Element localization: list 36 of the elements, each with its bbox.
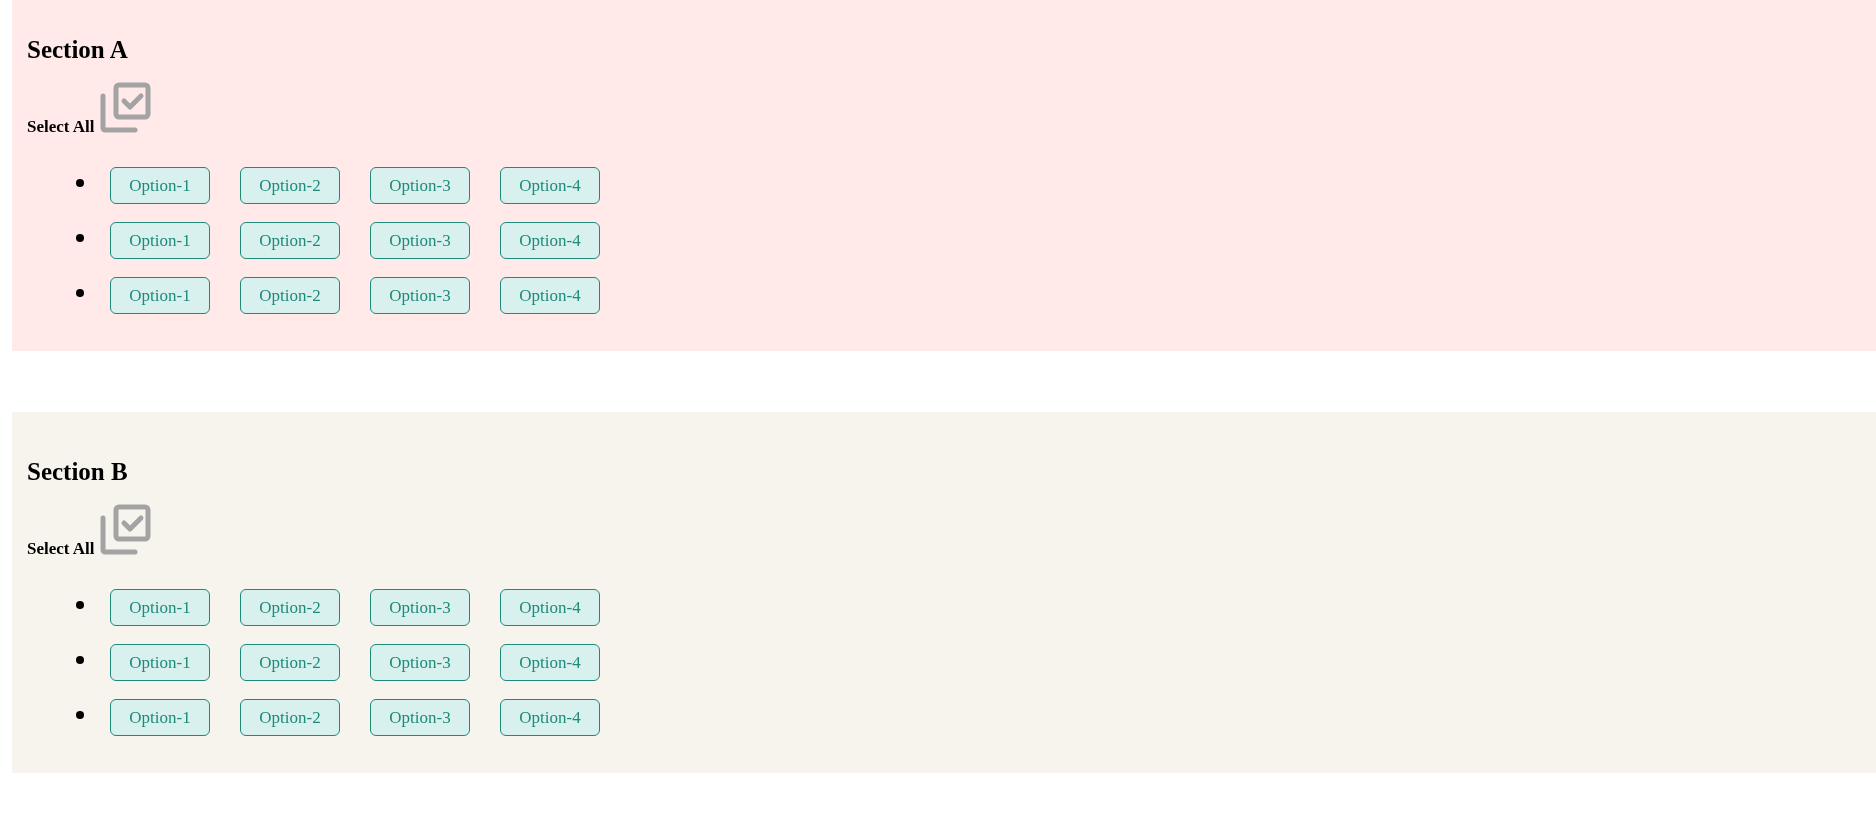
option-button[interactable]: Option-4 — [500, 699, 600, 736]
select-all-label: Select All — [27, 540, 95, 557]
option-button[interactable]: Option-1 — [110, 222, 210, 259]
option-button[interactable]: Option-2 — [240, 589, 340, 626]
bullet-icon — [76, 288, 84, 297]
option-button[interactable]: Option-2 — [240, 167, 340, 204]
option-button[interactable]: Option-4 — [500, 167, 600, 204]
bullet-icon — [76, 178, 84, 187]
select-all-icon[interactable] — [98, 82, 151, 134]
option-button[interactable]: Option-2 — [240, 644, 340, 681]
option-button[interactable]: Option-3 — [370, 699, 470, 736]
select-all-icon[interactable] — [98, 504, 151, 556]
option-button[interactable]: Option-4 — [500, 222, 600, 259]
option-button[interactable]: Option-1 — [110, 644, 210, 681]
option-button[interactable]: Option-3 — [370, 222, 470, 259]
option-button[interactable]: Option-2 — [240, 222, 340, 259]
option-button[interactable]: Option-2 — [240, 699, 340, 736]
option-button[interactable]: Option-1 — [110, 699, 210, 736]
option-button[interactable]: Option-4 — [500, 589, 600, 626]
option-button[interactable]: Option-2 — [240, 277, 340, 314]
option-button[interactable]: Option-1 — [110, 277, 210, 314]
bullet-icon — [76, 600, 84, 609]
option-button[interactable]: Option-3 — [370, 167, 470, 204]
bullet-icon — [76, 710, 84, 719]
section-heading: Section B — [27, 458, 129, 486]
option-button[interactable]: Option-1 — [110, 589, 210, 626]
option-button[interactable]: Option-3 — [370, 589, 470, 626]
bullet-icon — [76, 655, 84, 664]
option-button[interactable]: Option-3 — [370, 277, 470, 314]
section-heading: Section A — [27, 36, 129, 64]
option-button[interactable]: Option-1 — [110, 167, 210, 204]
option-button[interactable]: Option-4 — [500, 277, 600, 314]
select-all-label: Select All — [27, 118, 95, 135]
option-button[interactable]: Option-3 — [370, 644, 470, 681]
bullet-icon — [76, 233, 84, 242]
option-button[interactable]: Option-4 — [500, 644, 600, 681]
